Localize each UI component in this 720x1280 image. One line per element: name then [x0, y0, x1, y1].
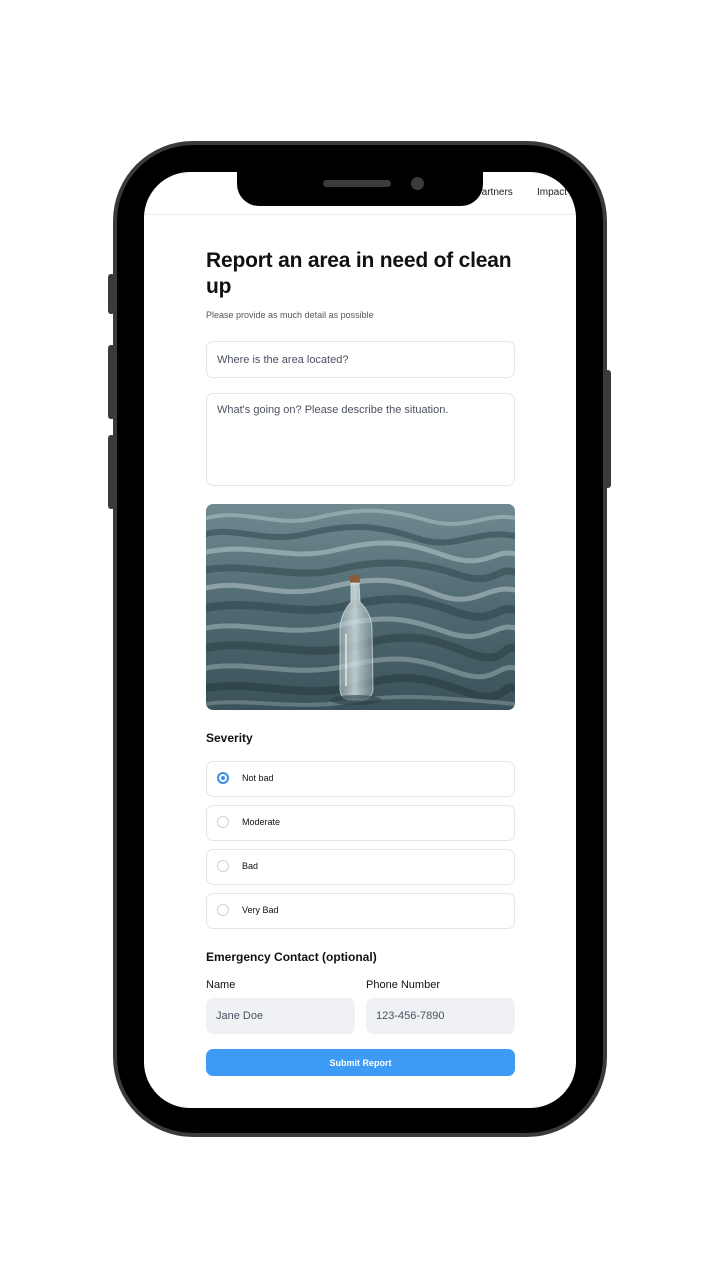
severity-option-moderate[interactable]: Moderate	[206, 805, 515, 841]
name-input[interactable]	[206, 998, 355, 1034]
radio-unselected[interactable]	[217, 904, 229, 916]
severity-option-not-bad[interactable]: Not bad	[206, 761, 515, 797]
volume-up-button	[108, 345, 115, 419]
camera-icon	[411, 177, 424, 190]
power-button	[604, 370, 611, 488]
volume-down-button	[108, 435, 115, 509]
radio-unselected[interactable]	[217, 860, 229, 872]
emergency-contact-label: Emergency Contact (optional)	[206, 950, 377, 964]
submit-report-button[interactable]: Submit Report	[206, 1049, 515, 1076]
severity-option-bad[interactable]: Bad	[206, 849, 515, 885]
phone-number-label: Phone Number	[366, 979, 440, 991]
radio-selected[interactable]	[217, 772, 229, 784]
location-input[interactable]	[206, 341, 515, 378]
nav-link-impact[interactable]: Impact	[537, 187, 567, 198]
phone-number-input[interactable]	[366, 998, 515, 1034]
option-label: Not bad	[242, 773, 274, 783]
option-label: Very Bad	[242, 905, 279, 915]
phone-notch	[237, 172, 483, 206]
bottle-in-water-photo	[206, 504, 515, 710]
page-subtitle: Please provide as much detail as possibl…	[206, 310, 374, 320]
severity-label: Severity	[206, 731, 253, 745]
photo-illustration	[206, 504, 515, 710]
phone-screen: Partners Impact Report an area in need o…	[144, 172, 576, 1108]
radio-unselected[interactable]	[217, 816, 229, 828]
page-title: Report an area in need of clean up	[206, 249, 512, 298]
name-label: Name	[206, 979, 236, 991]
speaker-grille	[323, 180, 391, 187]
severity-option-very-bad[interactable]: Very Bad	[206, 893, 515, 929]
option-label: Bad	[242, 861, 259, 871]
option-label: Moderate	[242, 817, 281, 827]
description-textarea[interactable]	[206, 393, 515, 486]
silent-switch	[108, 274, 115, 314]
